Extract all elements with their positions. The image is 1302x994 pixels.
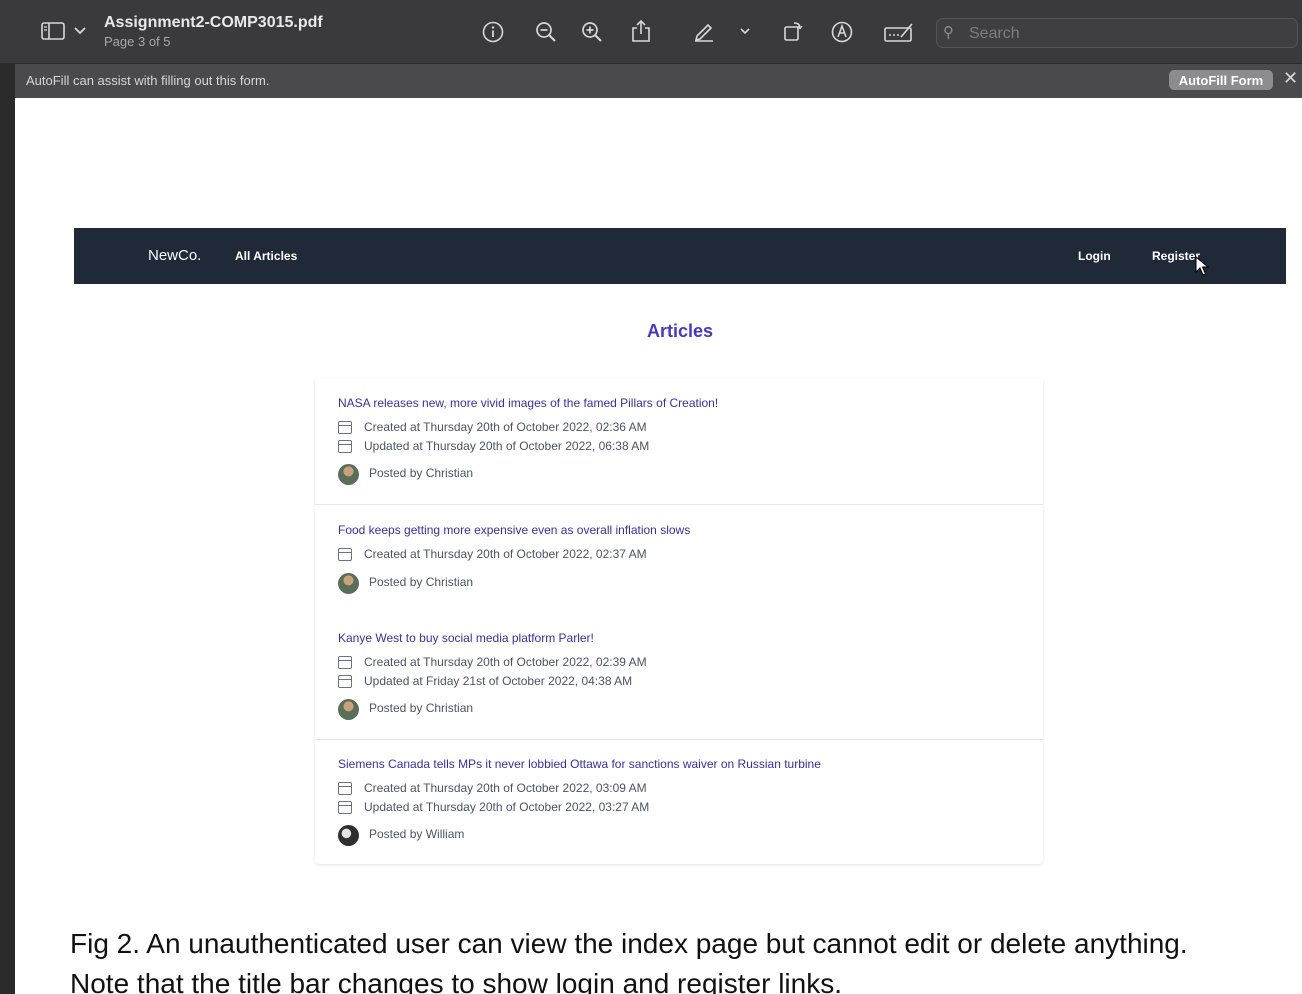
article-title-link[interactable]: NASA releases new, more vivid images of …: [338, 396, 718, 410]
article-title-link[interactable]: Food keeps getting more expensive even a…: [338, 523, 690, 537]
zoom-in-icon[interactable]: [580, 20, 604, 44]
site-navbar: NewCo. All Articles Login Register: [74, 228, 1286, 284]
sidebar-edge: [0, 0, 15, 994]
sidebar-icon[interactable]: [40, 20, 66, 42]
list-item: Kanye West to buy social media platform …: [315, 631, 1043, 739]
autofill-message: AutoFill can assist with filling out thi…: [26, 73, 270, 88]
calendar-icon: [338, 421, 352, 434]
info-icon[interactable]: [481, 20, 505, 44]
page-indicator: Page 3 of 5: [104, 34, 171, 49]
calendar-icon: [338, 656, 352, 669]
figure-caption: Fig 2. An unauthenticated user can view …: [70, 924, 1188, 994]
calendar-icon: [338, 675, 352, 688]
form-fill-icon[interactable]: [884, 20, 914, 44]
article-title-link[interactable]: Siemens Canada tells MPs it never lobbie…: [338, 757, 821, 771]
annotate-icon[interactable]: [830, 20, 854, 44]
calendar-icon: [338, 801, 352, 814]
article-title-link[interactable]: Kanye West to buy social media platform …: [338, 631, 594, 645]
toolbar: Assignment2-COMP3015.pdf Page 3 of 5 ⚲ S…: [0, 0, 1302, 64]
search-field[interactable]: ⚲: [936, 18, 1298, 48]
list-item: NASA releases new, more vivid images of …: [315, 396, 1043, 504]
caption-line: Note that the title bar changes to show …: [70, 968, 842, 994]
site-brand[interactable]: NewCo.: [148, 247, 201, 264]
articles-list: NASA releases new, more vivid images of …: [315, 378, 1043, 864]
avatar: [338, 573, 359, 594]
caption-line: Fig 2. An unauthenticated user can view …: [70, 928, 1188, 959]
divider: [315, 504, 1043, 505]
calendar-icon: [338, 440, 352, 453]
close-icon[interactable]: ✕: [1283, 68, 1298, 89]
share-icon[interactable]: [629, 18, 653, 44]
divider: [315, 739, 1043, 740]
autofill-form-button[interactable]: AutoFill Form: [1169, 70, 1273, 90]
search-icon: ⚲: [943, 23, 954, 41]
avatar: [338, 825, 359, 846]
page-title: Articles: [646, 321, 714, 341]
pdf-viewer-window: Assignment2-COMP3015.pdf Page 3 of 5 ⚲ S…: [0, 0, 1302, 994]
search-input[interactable]: [969, 23, 1289, 45]
zoom-out-icon[interactable]: [534, 20, 558, 44]
document-title: Assignment2-COMP3015.pdf: [104, 14, 323, 31]
embedded-screenshot: NewCo. All Articles Login Register Artic…: [74, 228, 1286, 894]
calendar-icon: [338, 548, 352, 561]
list-item: Food keeps getting more expensive even a…: [315, 523, 1043, 613]
calendar-icon: [338, 782, 352, 795]
nav-register[interactable]: Register: [1152, 249, 1200, 263]
nav-all-articles[interactable]: All Articles: [235, 249, 297, 263]
markup-menu-chevron-icon[interactable]: [738, 24, 752, 38]
nav-login[interactable]: Login: [1078, 249, 1111, 263]
avatar: [338, 699, 359, 720]
mouse-cursor-icon: [1195, 256, 1209, 276]
avatar: [338, 464, 359, 485]
rotate-icon[interactable]: [781, 19, 805, 43]
list-item: Siemens Canada tells MPs it never lobbie…: [315, 757, 1043, 857]
chevron-down-icon[interactable]: [72, 23, 88, 39]
markup-pen-icon[interactable]: [692, 19, 716, 43]
autofill-banner: AutoFill can assist with filling out thi…: [15, 64, 1302, 98]
